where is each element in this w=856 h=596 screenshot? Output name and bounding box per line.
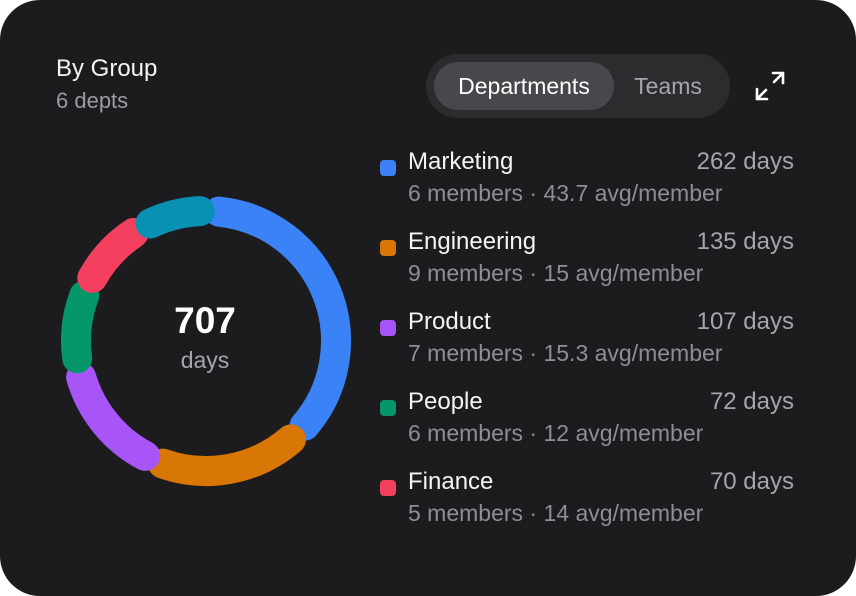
- legend-meta: 9 members · 15 avg/member: [408, 260, 704, 286]
- donut-segment-engineering[interactable]: [147, 424, 307, 486]
- legend-meta: 7 members · 15.3 avg/member: [408, 340, 723, 366]
- legend-meta: 5 members · 14 avg/member: [408, 500, 704, 526]
- legend-value: 72 days: [709, 388, 794, 415]
- legend-value: 70 days: [709, 468, 794, 495]
- legend-item-marketing[interactable]: Marketing 262 days 6 members · 43.7 avg/…: [380, 146, 796, 218]
- legend-name: Marketing: [408, 148, 514, 175]
- legend-value: 107 days: [696, 308, 794, 335]
- legend-item-product[interactable]: Product 107 days 7 members · 15.3 avg/me…: [380, 306, 796, 378]
- legend-name: People: [408, 388, 483, 415]
- total-value: 707: [174, 300, 236, 341]
- legend-name: Finance: [408, 468, 494, 495]
- legend-swatch: [380, 480, 396, 496]
- legend-swatch: [380, 400, 396, 416]
- legend-item-finance[interactable]: Finance 70 days 5 members · 14 avg/membe…: [380, 466, 796, 538]
- donut-segment-product[interactable]: [66, 362, 161, 471]
- legend-meta: 6 members · 43.7 avg/member: [408, 180, 723, 206]
- total-unit: days: [180, 347, 230, 373]
- donut-segment-finance[interactable]: [77, 217, 149, 293]
- legend-value: 262 days: [696, 148, 794, 175]
- legend-swatch: [380, 160, 396, 176]
- legend-item-people[interactable]: People 72 days 6 members · 12 avg/member: [380, 386, 796, 458]
- legend-meta: 6 members · 12 avg/member: [408, 420, 704, 446]
- legend-swatch: [380, 240, 396, 256]
- legend-item-engineering[interactable]: Engineering 135 days 9 members · 15 avg/…: [380, 226, 796, 298]
- legend-name: Product: [408, 308, 491, 335]
- by-group-card: By Group 6 depts Departments Teams 707 d…: [0, 0, 856, 596]
- donut-segment-people[interactable]: [61, 280, 100, 374]
- donut-segment-other[interactable]: [135, 196, 215, 239]
- legend-value: 135 days: [696, 228, 794, 255]
- legend-swatch: [380, 320, 396, 336]
- legend-name: Engineering: [408, 228, 537, 255]
